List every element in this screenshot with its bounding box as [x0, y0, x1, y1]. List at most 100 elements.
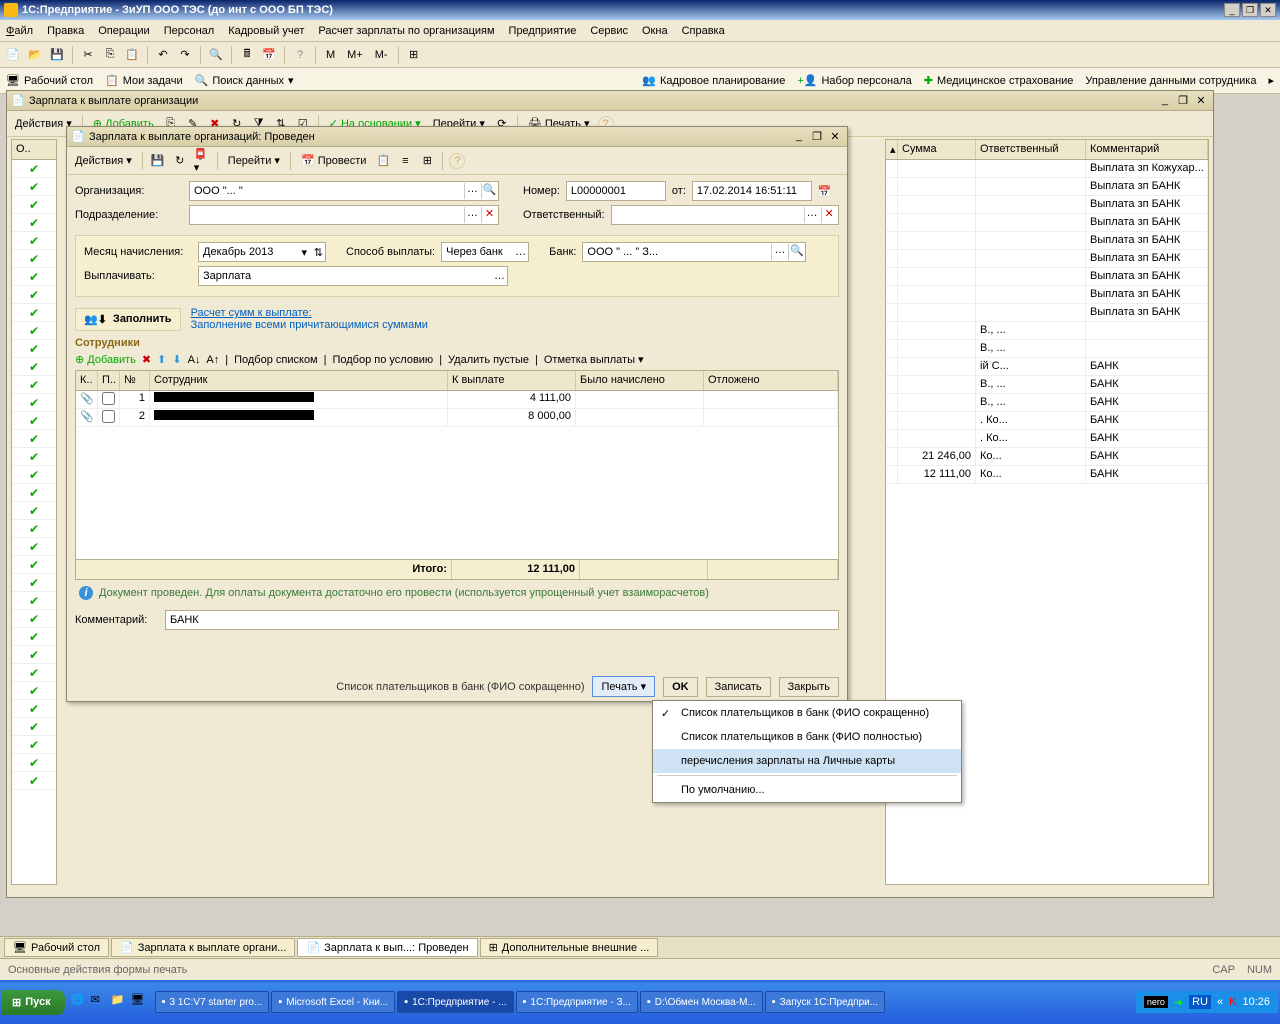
- bg-restore-button[interactable]: ❐: [1175, 94, 1191, 108]
- ql-icon[interactable]: 🌐: [71, 993, 89, 1011]
- menu-item-default[interactable]: По умолчанию...: [653, 778, 961, 802]
- table-row[interactable]: ій С...БАНК: [886, 358, 1208, 376]
- wtab-doc1[interactable]: 📄 Зарплата к выплате органи...: [111, 938, 295, 957]
- grid-list-button[interactable]: Подбор списком: [234, 354, 318, 366]
- m-plus-button[interactable]: M+: [343, 47, 367, 63]
- bg-row-check[interactable]: ✔: [12, 178, 56, 196]
- dlg-save-icon[interactable]: 💾: [149, 152, 167, 170]
- bg-row-check[interactable]: ✔: [12, 700, 56, 718]
- bg-minimize-button[interactable]: _: [1157, 94, 1173, 108]
- grid-up-button[interactable]: ⬆: [157, 353, 166, 366]
- resp-input[interactable]: … ✕: [611, 205, 839, 225]
- comment-input[interactable]: БАНК: [165, 610, 839, 630]
- table-row[interactable]: Выплата зп БАНК: [886, 214, 1208, 232]
- bg-row-check[interactable]: ✔: [12, 268, 56, 286]
- undo-icon[interactable]: ↶: [154, 46, 172, 64]
- bg-row-check[interactable]: ✔: [12, 754, 56, 772]
- menu-personnel[interactable]: Персонал: [164, 25, 215, 37]
- dlg-close-button[interactable]: ✕: [827, 130, 843, 144]
- taskbar-task[interactable]: ▪3 1C:V7 starter pro...: [155, 991, 270, 1013]
- bg-row-check[interactable]: ✔: [12, 484, 56, 502]
- table-row[interactable]: Выплата зп БАНК: [886, 232, 1208, 250]
- bg-row-check[interactable]: ✔: [12, 160, 56, 178]
- bg-col-comment[interactable]: Комментарий: [1086, 140, 1208, 159]
- ql-icon[interactable]: 🖥: [131, 993, 149, 1011]
- m-button[interactable]: M: [322, 47, 339, 63]
- pay-input[interactable]: Зарплата …: [198, 266, 508, 286]
- redo-icon[interactable]: ↷: [176, 46, 194, 64]
- chevron-right-icon[interactable]: ▸: [1268, 74, 1274, 87]
- chevron-down-icon[interactable]: ▾: [301, 246, 307, 259]
- menu-ent[interactable]: Предприятие: [509, 25, 577, 37]
- wtab-doc3[interactable]: ⊞ Дополнительные внешние ...: [480, 938, 659, 957]
- dlg-refresh-icon[interactable]: ↻: [171, 152, 189, 170]
- bg-row-check[interactable]: ✔: [12, 520, 56, 538]
- menu-kadr[interactable]: Кадровый учет: [228, 25, 304, 37]
- calendar-icon[interactable]: 📅: [260, 46, 278, 64]
- footer-ok-button[interactable]: OK: [663, 677, 698, 697]
- minimize-button[interactable]: _: [1224, 3, 1240, 17]
- fill-button[interactable]: 👥⬇ Заполнить: [75, 308, 181, 331]
- new-icon[interactable]: 📄: [4, 46, 22, 64]
- tray-time[interactable]: 10:26: [1242, 996, 1270, 1008]
- table-row[interactable]: . Ко...БАНК: [886, 430, 1208, 448]
- col-p[interactable]: П..: [98, 371, 120, 390]
- bg-row-check[interactable]: ✔: [12, 646, 56, 664]
- table-row[interactable]: В., ...: [886, 340, 1208, 358]
- dlg-list-icon[interactable]: ≡: [396, 152, 414, 170]
- footer-print-button[interactable]: Печать ▾: [592, 676, 655, 697]
- bg-row-check[interactable]: ✔: [12, 664, 56, 682]
- table-row[interactable]: . Ко...БАНК: [886, 412, 1208, 430]
- menu-item-list-full[interactable]: Список плательщиков в банк (ФИО полность…: [653, 725, 961, 749]
- menu-service[interactable]: Сервис: [590, 25, 628, 37]
- dots-icon[interactable]: …: [464, 207, 480, 223]
- col-pay[interactable]: К выплате: [448, 371, 576, 390]
- num-input[interactable]: L00000001: [566, 181, 666, 201]
- cut-icon[interactable]: ✂: [79, 46, 97, 64]
- dlg-goto-button[interactable]: Перейти ▾: [224, 152, 284, 169]
- bg-row-check[interactable]: ✔: [12, 502, 56, 520]
- grid-del-button[interactable]: ✖: [142, 353, 151, 366]
- magnify-icon[interactable]: 🔍: [481, 183, 497, 199]
- bg-row-check[interactable]: ✔: [12, 538, 56, 556]
- copy-icon[interactable]: ⎘: [101, 46, 119, 64]
- table-row[interactable]: В., ...БАНК: [886, 394, 1208, 412]
- menu-help[interactable]: Справка: [682, 25, 725, 37]
- col-def[interactable]: Отложено: [704, 371, 838, 390]
- method-input[interactable]: Через банк …: [441, 242, 529, 262]
- grid-cond-button[interactable]: Подбор по условию: [332, 354, 433, 366]
- calc-icon[interactable]: 🖩: [238, 46, 256, 64]
- footer-close-button[interactable]: Закрыть: [779, 677, 839, 697]
- dots-icon[interactable]: …: [464, 183, 480, 199]
- grid-mark-button[interactable]: Отметка выплаты ▾: [544, 353, 644, 366]
- help-icon[interactable]: ?: [291, 46, 309, 64]
- close-button[interactable]: ✕: [1260, 3, 1276, 17]
- bg-row-check[interactable]: ✔: [12, 682, 56, 700]
- table-row[interactable]: 📎2 8 000,00: [76, 409, 838, 427]
- bg-row-check[interactable]: ✔: [12, 736, 56, 754]
- clear-icon[interactable]: ✕: [481, 207, 497, 223]
- bg-row-check[interactable]: ✔: [12, 718, 56, 736]
- paste-icon[interactable]: 📋: [123, 46, 141, 64]
- wtab-desktop[interactable]: 🖥 Рабочий стол: [4, 938, 109, 957]
- nav-med[interactable]: ✚ Медицинское страхование: [924, 74, 1074, 87]
- magnify-icon[interactable]: 🔍: [788, 244, 804, 260]
- open-icon[interactable]: 📂: [26, 46, 44, 64]
- table-row[interactable]: Выплата зп БАНК: [886, 268, 1208, 286]
- taskbar-task[interactable]: ▪D:\Обмен Москва-М...: [640, 991, 763, 1013]
- bg-row-check[interactable]: ✔: [12, 214, 56, 232]
- dots-icon[interactable]: …: [804, 207, 820, 223]
- menu-file[interactable]: ФФайлайл: [6, 25, 33, 37]
- grid-add-button[interactable]: ⊕ Добавить: [75, 353, 136, 366]
- col-k[interactable]: К..: [76, 371, 98, 390]
- nav-tasks[interactable]: 📋 Мои задачи: [105, 74, 183, 87]
- col-emp[interactable]: Сотрудник: [150, 371, 448, 390]
- bg-row-check[interactable]: ✔: [12, 772, 56, 790]
- bg-row-check[interactable]: ✔: [12, 376, 56, 394]
- grid-down-button[interactable]: ⬇: [172, 353, 181, 366]
- nav-search[interactable]: 🔍 Поиск данных ▾: [195, 74, 294, 87]
- toggle-icon[interactable]: ⊞: [405, 46, 423, 64]
- bg-close-button[interactable]: ✕: [1193, 94, 1209, 108]
- table-row[interactable]: Выплата зп БАНК: [886, 178, 1208, 196]
- find-icon[interactable]: 🔍: [207, 46, 225, 64]
